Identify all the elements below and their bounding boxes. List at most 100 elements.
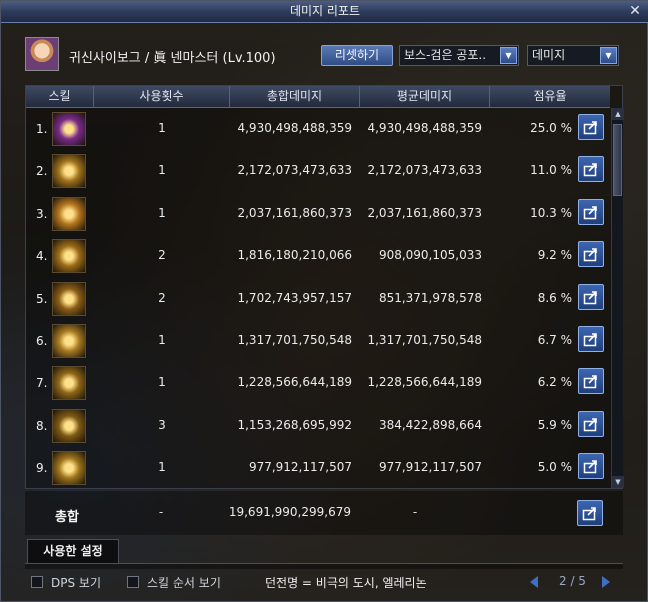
uses-count: 1 bbox=[158, 121, 166, 135]
share-icon bbox=[583, 460, 597, 474]
total-damage: 2,037,161,860,373 bbox=[237, 205, 352, 220]
total-damage: 4,930,498,488,359 bbox=[237, 121, 352, 135]
scroll-down-icon[interactable]: ▼ bbox=[612, 476, 624, 488]
damage-share: 5.0 % bbox=[537, 460, 572, 475]
golden-vortex-skill-icon bbox=[52, 281, 86, 316]
scroll-thumb[interactable] bbox=[613, 124, 622, 196]
rank-number: 8. bbox=[36, 418, 48, 433]
share-button[interactable] bbox=[578, 453, 604, 480]
damage-share: 6.2 % bbox=[537, 375, 572, 390]
chevron-down-icon[interactable]: ▼ bbox=[500, 47, 517, 64]
share-button[interactable] bbox=[578, 410, 604, 437]
share-button[interactable] bbox=[578, 283, 604, 310]
window-title: 데미지 리포트 bbox=[289, 4, 361, 18]
uses-count: 3 bbox=[158, 417, 166, 432]
share-button[interactable] bbox=[578, 241, 604, 268]
damage-share: 11.0 % bbox=[530, 163, 572, 178]
rank-number: 2. bbox=[36, 164, 48, 179]
total-damage: 1,816,180,210,066 bbox=[237, 248, 352, 263]
rank-number: 6. bbox=[36, 334, 48, 348]
column-header-total: 총합데미지 bbox=[230, 86, 360, 108]
footer-bar: DPS 보기 스킬 순서 보기 던전명 = 비극의 도시, 엘레리논 2 / 5 bbox=[1, 571, 648, 602]
boss-select-value: 보스-검은 공포.. bbox=[404, 48, 487, 62]
rank-number: 9. bbox=[36, 461, 48, 476]
uses-count: 1 bbox=[158, 375, 166, 390]
column-header-uses: 사용횟수 bbox=[94, 86, 230, 108]
skill-order-checkbox-label: 스킬 순서 보기 bbox=[147, 576, 221, 590]
total-damage: 1,153,268,695,992 bbox=[237, 417, 352, 432]
average-damage: 4,930,498,488,359 bbox=[367, 121, 482, 135]
scroll-up-icon[interactable]: ▲ bbox=[612, 108, 624, 120]
damage-table: 스킬 사용횟수 총합데미지 평균데미지 점유율 1. 1 4,930,498,488… bbox=[25, 85, 624, 489]
purple-crown-skill-icon bbox=[52, 112, 86, 146]
damage-share: 5.9 % bbox=[537, 417, 572, 432]
uses-count: 2 bbox=[158, 248, 166, 263]
damage-share: 9.2 % bbox=[537, 248, 572, 263]
total-average: - bbox=[412, 505, 418, 519]
total-damage: 19,691,990,299,679 bbox=[228, 505, 351, 519]
tab-content-strip bbox=[25, 563, 623, 569]
boss-select[interactable]: 보스-검은 공포.. ▼ bbox=[399, 45, 519, 66]
uses-count: 1 bbox=[158, 460, 166, 475]
share-button[interactable] bbox=[578, 368, 604, 395]
page-next-icon[interactable] bbox=[599, 575, 613, 589]
table-row: 2. 1 2,172,073,473,633 2,172,073,473,633 11.… bbox=[26, 150, 610, 192]
table-row: 4. 2 1,816,180,210,066 908,090,105,033 9.2 % bbox=[26, 235, 610, 277]
page-prev-icon[interactable] bbox=[527, 575, 541, 589]
share-icon bbox=[583, 417, 597, 432]
golden-lion-skill-icon bbox=[52, 324, 86, 358]
share-icon bbox=[583, 248, 597, 262]
uses-count: 1 bbox=[158, 333, 166, 347]
skill-order-checkbox[interactable] bbox=[127, 576, 139, 588]
golden-aura-skill-icon bbox=[52, 196, 86, 231]
uses-count: 2 bbox=[158, 290, 166, 305]
close-icon[interactable]: ✕ bbox=[627, 3, 643, 19]
average-damage: 977,912,117,507 bbox=[378, 460, 482, 475]
damage-report-window: 데미지 리포트 ✕ 귀신사이보그 / 眞 넨마스터 (Lv.100) 리셋하기 … bbox=[0, 0, 648, 602]
column-header-average: 평균데미지 bbox=[360, 86, 490, 108]
table-row: 5. 2 1,702,743,957,157 851,371,978,578 8.6 % bbox=[26, 278, 610, 320]
scrollbar[interactable]: ▲ ▼ bbox=[611, 108, 624, 488]
total-damage: 977,912,117,507 bbox=[248, 460, 352, 475]
tab-used-settings[interactable]: 사용한 설정 bbox=[27, 539, 119, 563]
table-header: 스킬 사용횟수 총합데미지 평균데미지 점유율 bbox=[26, 86, 610, 108]
uses-count: 1 bbox=[158, 163, 166, 178]
table-row: 3. 1 2,037,161,860,373 2,037,161,860,373 10.… bbox=[26, 193, 610, 235]
rank-number: 4. bbox=[36, 249, 48, 264]
damage-share: 25.0 % bbox=[530, 121, 572, 135]
total-damage: 1,317,701,750,548 bbox=[237, 333, 352, 347]
rank-number: 1. bbox=[36, 122, 48, 136]
damage-share: 8.6 % bbox=[537, 290, 572, 305]
rank-number: 3. bbox=[36, 206, 48, 221]
damage-share: 10.3 % bbox=[530, 205, 572, 220]
rank-number: 5. bbox=[36, 291, 48, 306]
column-header-skill: 스킬 bbox=[26, 86, 94, 108]
average-damage: 384,422,898,664 bbox=[378, 417, 482, 432]
mode-select[interactable]: 데미지 ▼ bbox=[527, 45, 619, 66]
dungeon-name: 던전명 = 비극의 도시, 엘레리논 bbox=[265, 576, 427, 590]
avatar bbox=[25, 37, 59, 71]
reset-button[interactable]: 리셋하기 bbox=[321, 45, 393, 66]
golden-orb-skill-icon bbox=[52, 451, 86, 486]
mode-select-value: 데미지 bbox=[532, 48, 566, 62]
total-label: 총합 bbox=[55, 510, 79, 525]
share-button[interactable] bbox=[577, 500, 603, 526]
share-button[interactable] bbox=[578, 156, 604, 183]
table-row: 7. 1 1,228,566,644,189 1,228,566,644,189 6.2… bbox=[26, 362, 610, 404]
chevron-down-icon[interactable]: ▼ bbox=[600, 47, 617, 64]
golden-beast-skill-icon bbox=[52, 239, 86, 274]
golden-ring-skill-icon bbox=[52, 408, 86, 443]
share-icon bbox=[583, 290, 597, 304]
golden-strike-skill-icon bbox=[52, 366, 86, 401]
share-button[interactable] bbox=[578, 326, 604, 352]
character-name: 귀신사이보그 / 眞 넨마스터 (Lv.100) bbox=[69, 51, 276, 66]
average-damage: 1,228,566,644,189 bbox=[367, 375, 482, 390]
share-icon bbox=[583, 163, 597, 177]
share-button[interactable] bbox=[578, 114, 604, 140]
share-button[interactable] bbox=[578, 198, 604, 225]
title-bar[interactable]: 데미지 리포트 ✕ bbox=[1, 1, 648, 23]
rank-number: 7. bbox=[36, 376, 48, 391]
report-header: 귀신사이보그 / 眞 넨마스터 (Lv.100) 리셋하기 보스-검은 공포..… bbox=[21, 31, 625, 81]
page-indicator: 2 / 5 bbox=[559, 574, 586, 588]
dps-checkbox[interactable] bbox=[31, 576, 43, 588]
